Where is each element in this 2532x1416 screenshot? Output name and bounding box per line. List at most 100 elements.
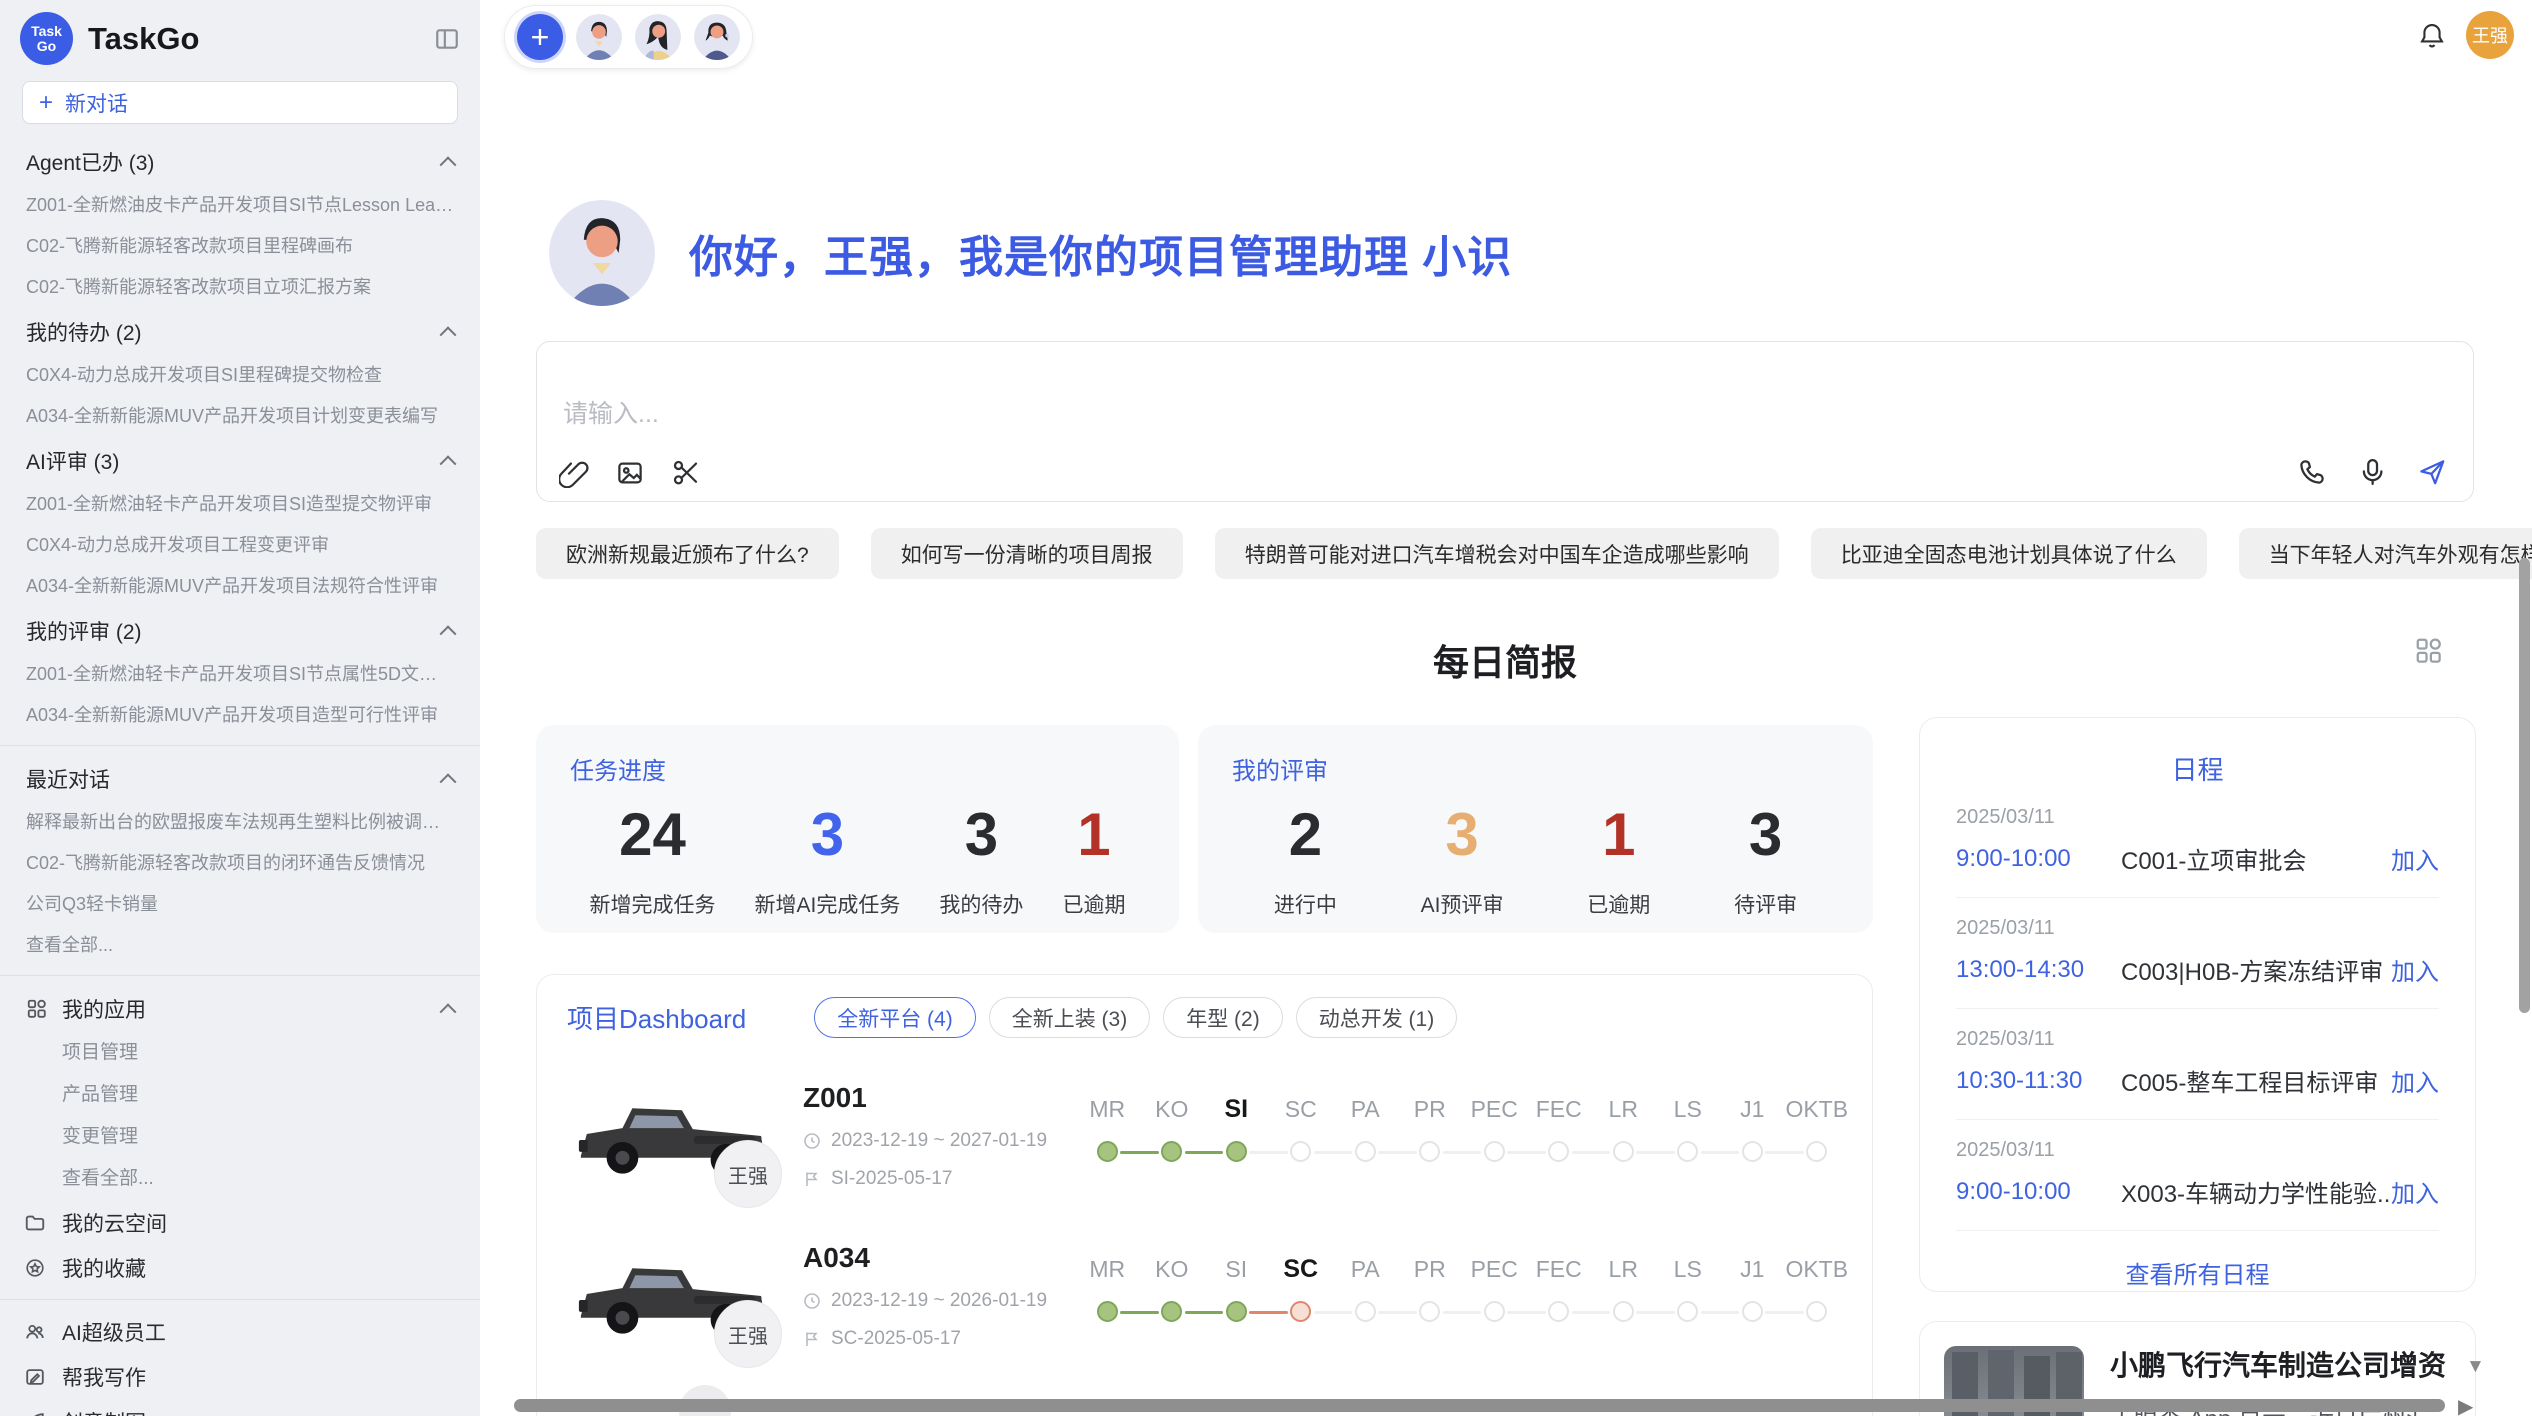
new-session-button[interactable]: + xyxy=(517,14,563,60)
join-meeting-link[interactable]: 加入 xyxy=(2391,841,2439,876)
join-meeting-link[interactable]: 加入 xyxy=(2391,952,2439,987)
phone-icon[interactable] xyxy=(2297,457,2327,487)
assistant-avatar xyxy=(549,200,655,306)
suggestion-chip[interactable]: 如何写一份清晰的项目周报 xyxy=(871,528,1183,579)
news-title: 小鹏飞行汽车制造公司增资 xyxy=(2110,1346,2451,1386)
app-title: TaskGo xyxy=(88,21,199,57)
notifications-bell-icon[interactable] xyxy=(2418,20,2446,50)
scroll-right-arrow[interactable]: ▶ xyxy=(2458,1394,2473,1416)
scroll-down-arrow[interactable]: ▼ xyxy=(2466,1356,2485,1378)
view-all-apps-link[interactable]: 查看全部... xyxy=(0,1158,480,1200)
view-all-chats-link[interactable]: 查看全部... xyxy=(0,925,480,966)
suggestion-chip[interactable]: 欧洲新规最近颁布了什么? xyxy=(536,528,839,579)
vertical-scrollbar[interactable] xyxy=(2519,558,2530,1013)
tab-powertrain[interactable]: 动总开发 (1) xyxy=(1296,997,1458,1038)
session-avatar-3[interactable] xyxy=(694,14,740,60)
schedule-item: 2025/03/11 9:00-10:00 C001-立项审批会 加入 xyxy=(1956,787,2439,898)
milestone-dot xyxy=(1677,1301,1698,1322)
join-meeting-link[interactable]: 加入 xyxy=(2391,1063,2439,1098)
input-actions xyxy=(2297,457,2447,487)
schedule-time: 9:00-10:00 xyxy=(1956,845,2121,873)
session-switcher: + xyxy=(504,5,753,69)
sidebar-item-help-write[interactable]: 帮我写作 xyxy=(0,1354,480,1399)
stat-my-todo: 3 我的待办 xyxy=(939,800,1023,919)
briefing-layout-icon[interactable] xyxy=(2414,636,2444,666)
recent-chat-item[interactable]: 解释最新出台的欧盟报废车法规再生塑料比例被调至15%... xyxy=(0,802,480,843)
microphone-icon[interactable] xyxy=(2357,457,2387,487)
sidebar-item-ai-employee[interactable]: AI超级员工 xyxy=(0,1309,480,1354)
sidebar-task-item[interactable]: A034-全新新能源MUV产品开发项目计划变更表编写 xyxy=(0,396,480,437)
tab-new-platform[interactable]: 全新平台 (4) xyxy=(814,997,976,1038)
session-avatar-2[interactable] xyxy=(635,14,681,60)
image-icon[interactable] xyxy=(615,458,645,488)
suggestion-chip[interactable]: 比亚迪全固态电池计划具体说了什么 xyxy=(1811,528,2207,579)
paperclip-icon[interactable] xyxy=(559,458,589,488)
sidebar-item-cloud-space[interactable]: 我的云空间 xyxy=(0,1200,480,1245)
stat-ai-done: 3 新增AI完成任务 xyxy=(755,800,901,919)
recent-chat-item[interactable]: 公司Q3轻卡销量 xyxy=(0,884,480,925)
milestone-dot xyxy=(1161,1301,1182,1322)
sidebar-task-item[interactable]: C02-飞腾新能源轻客改款项目立项汇报方案 xyxy=(0,267,480,308)
project-flag: SI-2025-05-17 xyxy=(803,1168,1075,1190)
schedule-date: 2025/03/11 xyxy=(1956,917,2439,940)
schedule-event-title: X003-车辆动力学性能验... xyxy=(2121,1174,2391,1209)
section-my-apps[interactable]: 我的应用 xyxy=(0,985,480,1032)
scissors-icon[interactable] xyxy=(671,458,701,488)
flag-icon xyxy=(803,1170,821,1188)
project-row[interactable]: 王强 Z001 2023-12-19 ~ 2027-01-19 xyxy=(567,1076,1842,1198)
sidebar-task-item[interactable]: Z001-全新燃油轻卡产品开发项目SI造型提交物评审 xyxy=(0,484,480,525)
project-name: A034 xyxy=(803,1242,1075,1274)
send-icon[interactable] xyxy=(2417,457,2447,487)
favorites-label: 我的收藏 xyxy=(62,1253,146,1283)
section-my-review[interactable]: 我的评审 (2) xyxy=(0,607,480,654)
sidebar-task-item[interactable]: C02-飞腾新能源轻客改款项目里程碑画布 xyxy=(0,226,480,267)
sidebar-task-item[interactable]: A034-全新新能源MUV产品开发项目法规符合性评审 xyxy=(0,566,480,607)
milestone-dot xyxy=(1548,1141,1569,1162)
recent-chat-item[interactable]: C02-飞腾新能源轻客改款项目的闭环通告反馈情况 xyxy=(0,843,480,884)
suggestion-chip[interactable]: 特朗普可能对进口汽车增税会对中国车企造成哪些影响 xyxy=(1215,528,1779,579)
sidebar-task-item[interactable]: C0X4-动力总成开发项目SI里程碑提交物检查 xyxy=(0,355,480,396)
section-title: 我的待办 (2) xyxy=(26,317,142,347)
schedule-item: 2025/03/11 9:00-10:00 X003-车辆动力学性能验... 加… xyxy=(1956,1120,2439,1231)
stat-value: 1 xyxy=(1062,800,1125,869)
tab-model-year[interactable]: 年型 (2) xyxy=(1163,997,1283,1038)
schedule-date: 2025/03/11 xyxy=(1956,1139,2439,1162)
project-row[interactable]: 王强 A034 2023-12-19 ~ 2026-01-19 xyxy=(567,1236,1842,1358)
divider xyxy=(0,1299,480,1300)
suggestion-chip[interactable]: 当下年轻人对汽车外观有怎样的喜好趋势 xyxy=(2239,528,2532,579)
sidebar-task-item[interactable]: Z001-全新燃油轻卡产品开发项目SI节点属性5D文件评审 xyxy=(0,654,480,695)
tab-new-body[interactable]: 全新上装 (3) xyxy=(989,997,1151,1038)
sidebar-collapse-icon[interactable] xyxy=(434,26,460,52)
horizontal-scrollbar[interactable] xyxy=(514,1399,2445,1412)
session-avatar-1[interactable] xyxy=(576,14,622,60)
sidebar-task-item[interactable]: Z001-全新燃油皮卡产品开发项目SI节点Lesson Learn报告 xyxy=(0,185,480,226)
sidebar-item-favorites[interactable]: 我的收藏 xyxy=(0,1245,480,1290)
chat-input[interactable] xyxy=(563,400,1963,429)
view-all-schedule-link[interactable]: 查看所有日程 xyxy=(1956,1231,2439,1314)
section-ai-review[interactable]: AI评审 (3) xyxy=(0,437,480,484)
section-title: 我的评审 (2) xyxy=(26,616,142,646)
sidebar-item-creative-draw[interactable]: 创意制图 xyxy=(0,1399,480,1416)
dashboard-title: 项目Dashboard xyxy=(567,999,746,1036)
section-agent-done[interactable]: Agent已办 (3) xyxy=(0,138,480,185)
app-item-product-mgmt[interactable]: 产品管理 xyxy=(0,1074,480,1116)
milestone-dot xyxy=(1742,1141,1763,1162)
app-item-change-mgmt[interactable]: 变更管理 xyxy=(0,1116,480,1158)
app-item-project-mgmt[interactable]: 项目管理 xyxy=(0,1032,480,1074)
chevron-up-icon xyxy=(440,625,457,642)
new-chat-button[interactable]: + 新对话 xyxy=(22,81,458,124)
schedule-item: 2025/03/11 10:30-11:30 C005-整车工程目标评审 加入 xyxy=(1956,1009,2439,1120)
project-truck-image: 王强 xyxy=(567,1076,775,1198)
section-recent-chats[interactable]: 最近对话 xyxy=(0,755,480,802)
sidebar-task-item[interactable]: A034-全新新能源MUV产品开发项目造型可行性评审 xyxy=(0,695,480,736)
divider xyxy=(0,745,480,746)
milestone-dot xyxy=(1484,1141,1505,1162)
user-avatar[interactable]: 王强 xyxy=(2466,11,2514,59)
clock-icon xyxy=(803,1132,821,1150)
project-owner-badge: 王强 xyxy=(714,1300,782,1368)
milestone-dot xyxy=(1806,1141,1827,1162)
section-my-todo[interactable]: 我的待办 (2) xyxy=(0,308,480,355)
join-meeting-link[interactable]: 加入 xyxy=(2391,1174,2439,1209)
card-title: 任务进度 xyxy=(570,751,1145,786)
sidebar-task-item[interactable]: C0X4-动力总成开发项目工程变更评审 xyxy=(0,525,480,566)
